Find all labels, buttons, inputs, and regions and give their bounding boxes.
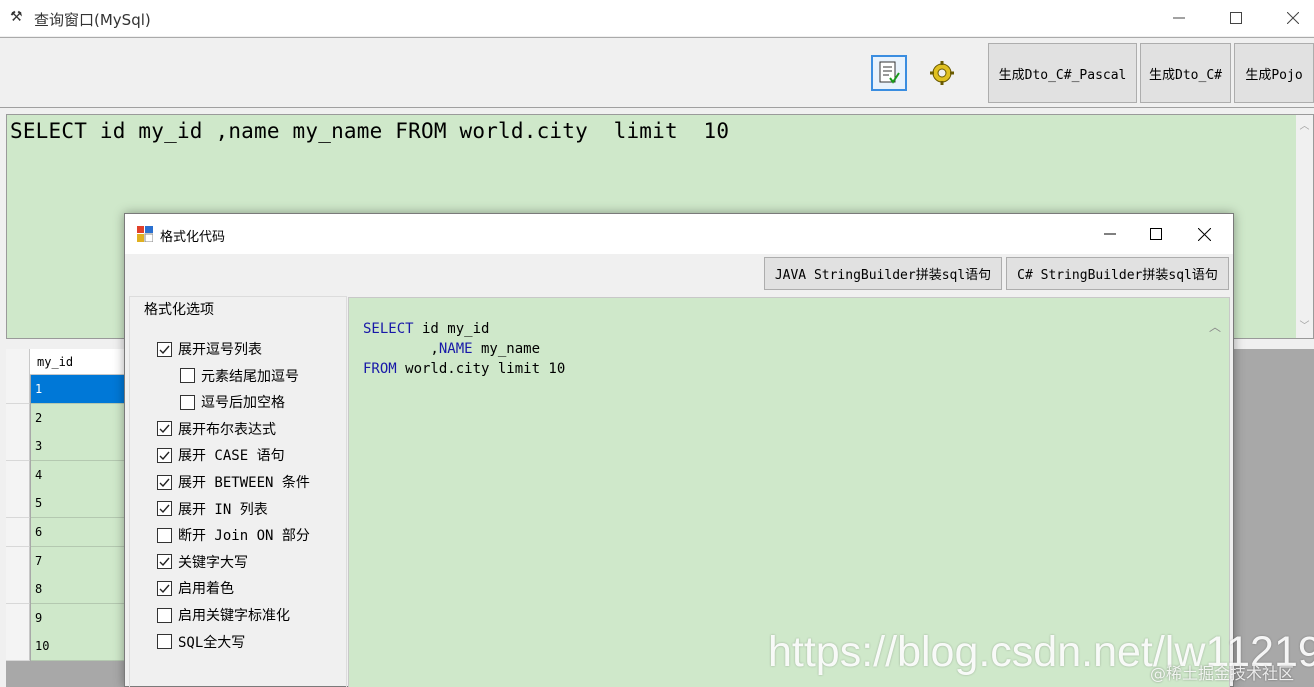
- option-checkbox[interactable]: 展开布尔表达式: [157, 419, 276, 439]
- option-checkbox[interactable]: 启用着色: [157, 578, 234, 598]
- dialog-title: 格式化代码: [160, 230, 226, 245]
- checkbox-unchecked-icon[interactable]: [157, 607, 172, 623]
- option-checkbox[interactable]: 关键字大写: [157, 552, 248, 572]
- code-token: my_name: [472, 341, 541, 357]
- option-label: 断开 Join ON 部分: [178, 528, 310, 545]
- editor-scrollbar[interactable]: ︿ ﹀: [1296, 115, 1313, 338]
- dialog-title-bar: 格式化代码: [125, 214, 1233, 254]
- title-bar: ⚒ 查询窗口(MySql): [0, 0, 1314, 36]
- gear-icon: [930, 61, 954, 85]
- java-stringbuilder-button[interactable]: JAVA StringBuilder拼装sql语句: [764, 257, 1002, 290]
- dialog-close-button[interactable]: [1181, 214, 1227, 254]
- option-checkbox[interactable]: 断开 Join ON 部分: [157, 525, 310, 545]
- checkbox-checked-icon[interactable]: [157, 341, 172, 357]
- checkbox-unchecked-icon[interactable]: [180, 368, 195, 384]
- row-header[interactable]: [6, 546, 30, 576]
- gen-pojo-button[interactable]: 生成Pojo: [1234, 43, 1314, 103]
- code-token: ,: [363, 341, 439, 357]
- options-title: 格式化选项: [140, 299, 218, 319]
- checkbox-unchecked-icon[interactable]: [157, 634, 172, 650]
- option-label: 启用关键字标准化: [178, 608, 290, 624]
- row-header[interactable]: [6, 432, 30, 462]
- format-code-dialog: 格式化代码 JAVA StringBuilder拼装sql语句 C# Strin…: [124, 213, 1234, 687]
- checkbox-checked-icon[interactable]: [157, 447, 172, 463]
- minimize-button[interactable]: [1156, 0, 1202, 36]
- scroll-up-icon[interactable]: ︿: [1209, 318, 1221, 335]
- option-checkbox[interactable]: 元素结尾加逗号: [180, 366, 299, 386]
- code-token: world.city limit 10: [396, 361, 566, 377]
- row-header[interactable]: [6, 603, 30, 633]
- settings-button[interactable]: [924, 55, 960, 91]
- dialog-minimize-button[interactable]: [1087, 214, 1133, 254]
- format-code-button[interactable]: [871, 55, 907, 91]
- code-line: ,NAME my_name: [363, 339, 565, 359]
- code-line: FROM world.city limit 10: [363, 359, 565, 379]
- code-keyword: SELECT: [363, 321, 414, 337]
- csharp-stringbuilder-button[interactable]: C# StringBuilder拼装sql语句: [1006, 257, 1229, 290]
- sql-text[interactable]: SELECT id my_id ,name my_name FROM world…: [10, 119, 729, 143]
- scroll-down-icon[interactable]: ﹀: [1299, 321, 1310, 332]
- option-label: 展开 BETWEEN 条件: [178, 475, 310, 491]
- row-header[interactable]: [6, 375, 30, 404]
- query-window: ⚒ 查询窗口(MySql) 生成Dto_C#_Pascal 生成Dto_C# 生…: [0, 0, 1314, 687]
- option-label: 展开 CASE 语句: [178, 448, 285, 465]
- option-label: 展开布尔表达式: [178, 421, 276, 438]
- checkbox-checked-icon[interactable]: [157, 474, 172, 490]
- option-checkbox[interactable]: 展开 IN 列表: [157, 499, 268, 519]
- row-header[interactable]: [6, 518, 30, 547]
- gen-dto-button[interactable]: 生成Dto_C#: [1140, 43, 1231, 103]
- dialog-toolbar: JAVA StringBuilder拼装sql语句 C# StringBuild…: [125, 254, 1233, 296]
- code-line: SELECT id my_id: [363, 319, 565, 339]
- checkbox-unchecked-icon[interactable]: [180, 394, 195, 410]
- option-label: 展开 IN 列表: [178, 501, 268, 518]
- close-button[interactable]: [1270, 0, 1314, 36]
- option-label: 展开逗号列表: [178, 342, 262, 358]
- formatted-code[interactable]: SELECT id my_id ,NAME my_name FROM world.…: [363, 319, 565, 379]
- minimize-icon: [1104, 233, 1116, 235]
- checkbox-unchecked-icon[interactable]: [157, 527, 172, 543]
- close-icon: [1197, 227, 1211, 241]
- row-header[interactable]: [6, 632, 30, 662]
- watermark-community: @稀土掘金技术社区: [1150, 664, 1295, 683]
- option-checkbox[interactable]: 展开 CASE 语句: [157, 445, 285, 465]
- option-checkbox[interactable]: 逗号后加空格: [180, 392, 285, 412]
- option-checkbox[interactable]: 展开逗号列表: [157, 339, 262, 359]
- row-header[interactable]: [6, 403, 30, 433]
- option-checkbox[interactable]: SQL全大写: [157, 632, 245, 652]
- close-icon: [1287, 12, 1299, 24]
- option-label: 关键字大写: [178, 554, 248, 571]
- format-doc-icon: [879, 61, 900, 84]
- option-label: 逗号后加空格: [201, 395, 285, 412]
- format-options-group: 格式化选项 展开逗号列表元素结尾加逗号 逗号后加空格展开布尔表达式 展开 CASE …: [129, 296, 347, 687]
- option-checkbox[interactable]: 启用关键字标准化: [157, 605, 290, 625]
- grid-corner[interactable]: [6, 349, 30, 375]
- app-tools-icon: ⚒: [10, 9, 23, 25]
- minimize-icon: [1173, 17, 1185, 19]
- code-keyword: FROM: [363, 361, 397, 377]
- option-label: 启用着色: [178, 581, 234, 598]
- toolbar: 生成Dto_C#_Pascal 生成Dto_C# 生成Pojo: [0, 37, 1314, 108]
- row-header[interactable]: [6, 460, 30, 490]
- checkbox-checked-icon[interactable]: [157, 580, 172, 596]
- option-checkbox[interactable]: 展开 BETWEEN 条件: [157, 472, 310, 492]
- checkbox-checked-icon[interactable]: [157, 554, 172, 570]
- row-header[interactable]: [6, 575, 30, 605]
- maximize-icon: [1230, 12, 1242, 24]
- gen-dto-pascal-button[interactable]: 生成Dto_C#_Pascal: [988, 43, 1137, 103]
- checkbox-checked-icon[interactable]: [157, 421, 172, 437]
- code-token: id my_id: [413, 321, 490, 337]
- checkbox-checked-icon[interactable]: [157, 501, 172, 517]
- code-keyword: NAME: [438, 341, 473, 357]
- option-label: 元素结尾加逗号: [201, 368, 299, 385]
- window-title: 查询窗口(MySql): [34, 11, 151, 29]
- maximize-icon: [1150, 228, 1162, 240]
- form-icon: [137, 226, 153, 242]
- option-label: SQL全大写: [178, 634, 246, 651]
- dialog-maximize-button[interactable]: [1133, 214, 1179, 254]
- scroll-up-icon[interactable]: ︿: [1299, 121, 1310, 132]
- maximize-button[interactable]: [1213, 0, 1259, 36]
- row-header[interactable]: [6, 489, 30, 519]
